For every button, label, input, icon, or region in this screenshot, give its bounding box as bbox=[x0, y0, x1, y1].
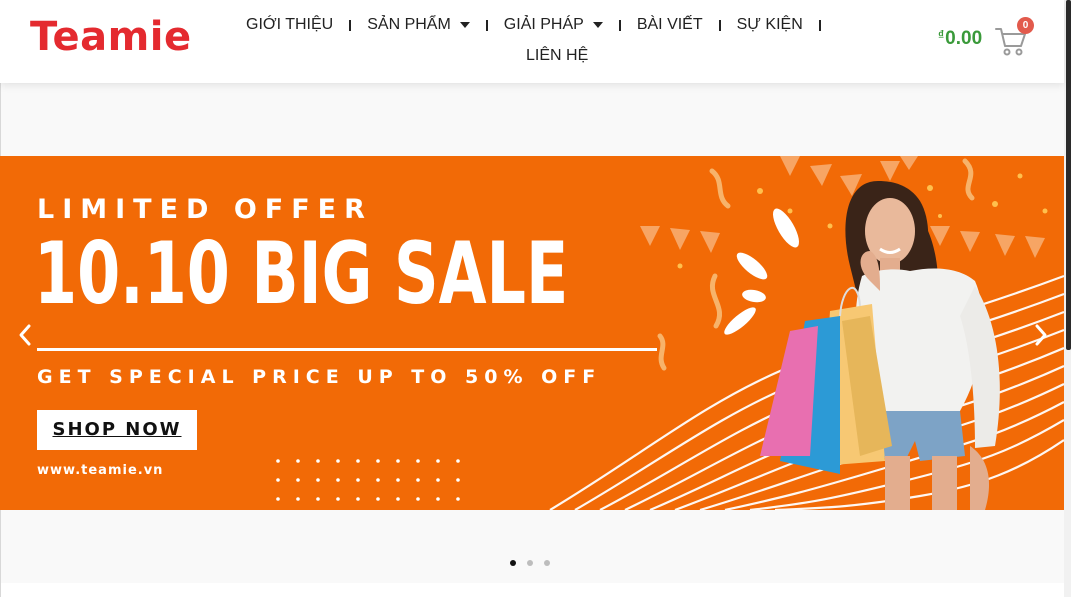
nav-item-label: GIỚI THIỆU bbox=[246, 16, 334, 33]
banner-website: www.teamie.vn bbox=[37, 463, 164, 478]
nav-item-su-kien[interactable]: SỰ KIỆN bbox=[721, 16, 819, 34]
banner-subline: GET SPECIAL PRICE UP TO 50% OFF bbox=[37, 366, 602, 388]
banner-kicker: LIMITED OFFER bbox=[37, 194, 373, 225]
chevron-right-icon[interactable] bbox=[1030, 322, 1052, 348]
cart-amount-value: 0.00 bbox=[945, 28, 983, 49]
scrollbar-thumb[interactable] bbox=[1066, 0, 1071, 350]
nav-item-label: BÀI VIẾT bbox=[636, 16, 703, 33]
main-nav: GIỚI THIỆU SẢN PHẨM GIẢI PHÁP BÀI VIẾT S… bbox=[230, 14, 821, 36]
site-header: Teamie GIỚI THIỆU SẢN PHẨM GIẢI PHÁP BÀI… bbox=[0, 0, 1064, 83]
nav-item-label: SẢN PHẨM bbox=[367, 16, 451, 33]
cart-count-badge: 0 bbox=[1017, 17, 1034, 34]
nav-item-label: SỰ KIỆN bbox=[736, 16, 803, 33]
cart-total[interactable]: ₫0.00 bbox=[938, 28, 982, 50]
nav-item-lien-he[interactable]: LIÊN HỆ bbox=[510, 47, 604, 65]
carousel-dot-3[interactable] bbox=[544, 560, 550, 566]
chevron-down-icon bbox=[592, 22, 603, 28]
main-nav-row-2: LIÊN HỆ bbox=[510, 45, 604, 67]
carousel-dots bbox=[510, 560, 550, 566]
nav-item-giai-phap[interactable]: GIẢI PHÁP bbox=[488, 16, 619, 34]
nav-item-gioi-thieu[interactable]: GIỚI THIỆU bbox=[230, 16, 349, 34]
nav-item-bai-viet[interactable]: BÀI VIẾT bbox=[621, 16, 719, 34]
promo-banner[interactable]: LIMITED OFFER 10.10 BIG SALE GET SPECIAL… bbox=[0, 156, 1064, 510]
nav-item-label: GIẢI PHÁP bbox=[503, 16, 584, 33]
banner-headline: 10.10 BIG SALE bbox=[34, 224, 569, 324]
shop-now-button[interactable]: SHOP NOW bbox=[37, 410, 197, 450]
site-logo[interactable]: Teamie bbox=[30, 14, 192, 60]
nav-item-san-pham[interactable]: SẢN PHẨM bbox=[351, 16, 486, 34]
chevron-left-icon[interactable] bbox=[14, 322, 36, 348]
carousel-dot-2[interactable] bbox=[527, 560, 533, 566]
nav-separator bbox=[818, 19, 821, 31]
currency-symbol: ₫ bbox=[938, 28, 945, 42]
headline-divider bbox=[37, 348, 657, 351]
nav-item-label: LIÊN HỆ bbox=[526, 47, 589, 64]
chevron-down-icon bbox=[459, 22, 470, 28]
carousel-dot-1[interactable] bbox=[510, 560, 516, 566]
